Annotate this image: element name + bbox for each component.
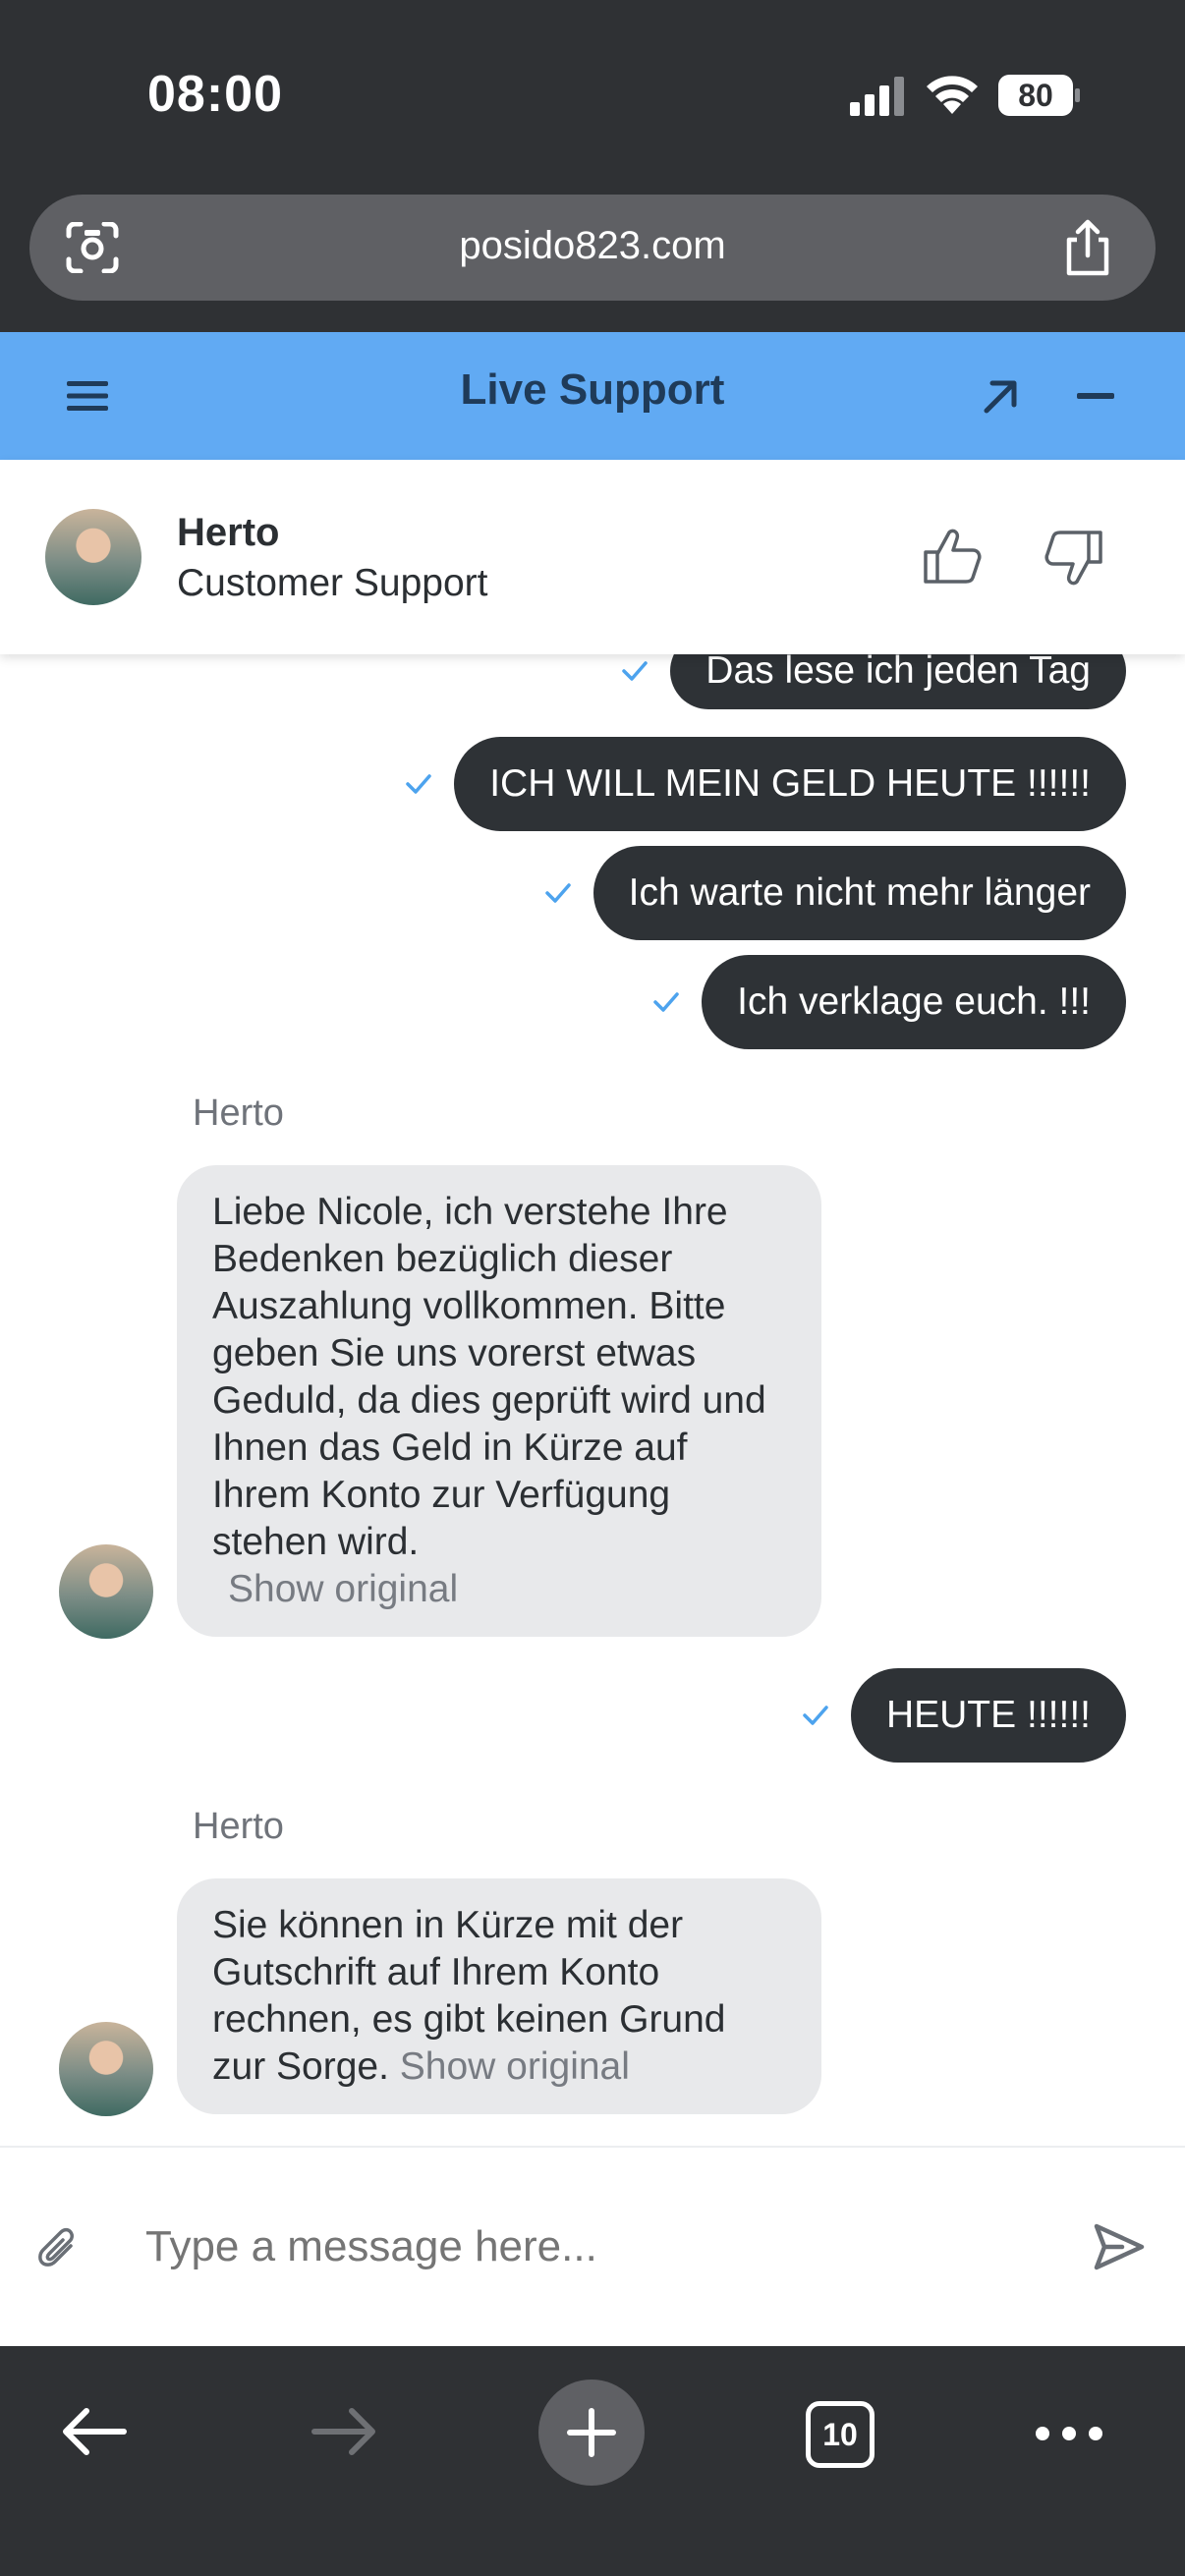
thumbs-down-icon[interactable]: [1044, 527, 1106, 589]
message-sender-name: Herto: [193, 1092, 284, 1134]
sent-check-icon: [653, 992, 679, 1012]
paperclip-icon[interactable]: [37, 2226, 81, 2273]
outgoing-message: Ich warte nicht mehr länger: [544, 846, 1126, 940]
wifi-icon: [927, 76, 978, 114]
forward-arrow-icon[interactable]: [310, 2407, 377, 2456]
address-bar[interactable]: posido823.com: [29, 195, 1156, 301]
share-icon[interactable]: [1061, 218, 1114, 277]
sent-check-icon: [406, 774, 431, 794]
message-composer: [0, 2146, 1185, 2346]
message-text: Liebe Nicole, ich verstehe Ihre Bedenken…: [212, 1191, 766, 1563]
agent-info-bar: Herto Customer Support: [0, 460, 1185, 654]
show-original-link[interactable]: Show original: [212, 1568, 458, 1610]
url-text[interactable]: posido823.com: [29, 224, 1156, 268]
chat-messages[interactable]: Das lese ich jeden Tag ICH WILL MEIN GEL…: [0, 654, 1185, 2146]
sent-check-icon: [622, 661, 649, 681]
back-arrow-icon[interactable]: [61, 2407, 128, 2456]
outgoing-message: Ich verklage euch. !!!: [652, 955, 1126, 1049]
agent-role: Customer Support: [177, 562, 488, 604]
message-input[interactable]: [145, 2222, 1030, 2271]
more-options-icon[interactable]: [1034, 2425, 1104, 2442]
tab-switcher-button[interactable]: 10: [806, 2401, 875, 2468]
message-bubble: HEUTE !!!!!!: [850, 1668, 1126, 1763]
cellular-signal-icon: [850, 77, 904, 116]
message-sender-name: Herto: [193, 1806, 284, 1847]
minimize-icon[interactable]: [1077, 393, 1114, 399]
message-bubble: ICH WILL MEIN GELD HEUTE !!!!!!: [454, 737, 1126, 831]
agent-name: Herto: [177, 511, 280, 554]
expand-icon[interactable]: [981, 377, 1020, 417]
browser-toolbar: 10: [0, 2346, 1185, 2576]
battery-level: 80: [1018, 78, 1053, 113]
show-original-link[interactable]: Show original: [400, 2045, 630, 2088]
sent-check-icon: [803, 1706, 828, 1725]
status-bar: 08:00 80: [0, 0, 1185, 187]
send-icon[interactable]: [1093, 2220, 1146, 2273]
sent-check-icon: [544, 883, 571, 903]
outgoing-message: Das lese ich jeden Tag: [621, 654, 1126, 709]
incoming-message-bubble: Sie können in Kürze mit der Gutschrift a…: [177, 1878, 821, 2114]
support-header: Live Support: [0, 332, 1185, 460]
thumbs-up-icon[interactable]: [920, 525, 983, 588]
status-time: 08:00: [147, 66, 283, 123]
message-bubble: Das lese ich jeden Tag: [670, 654, 1126, 709]
message-bubble: Ich verklage euch. !!!: [702, 955, 1126, 1049]
incoming-message-bubble: Liebe Nicole, ich verstehe Ihre Bedenken…: [177, 1165, 821, 1637]
agent-avatar: [59, 1544, 153, 1639]
outgoing-message: HEUTE !!!!!!: [802, 1668, 1126, 1763]
agent-avatar: [59, 2022, 153, 2116]
message-bubble: Ich warte nicht mehr länger: [592, 846, 1126, 940]
outgoing-message: ICH WILL MEIN GELD HEUTE !!!!!!: [405, 737, 1126, 831]
plus-icon: [567, 2408, 616, 2457]
new-tab-button[interactable]: [538, 2380, 645, 2486]
agent-avatar: [45, 509, 141, 605]
